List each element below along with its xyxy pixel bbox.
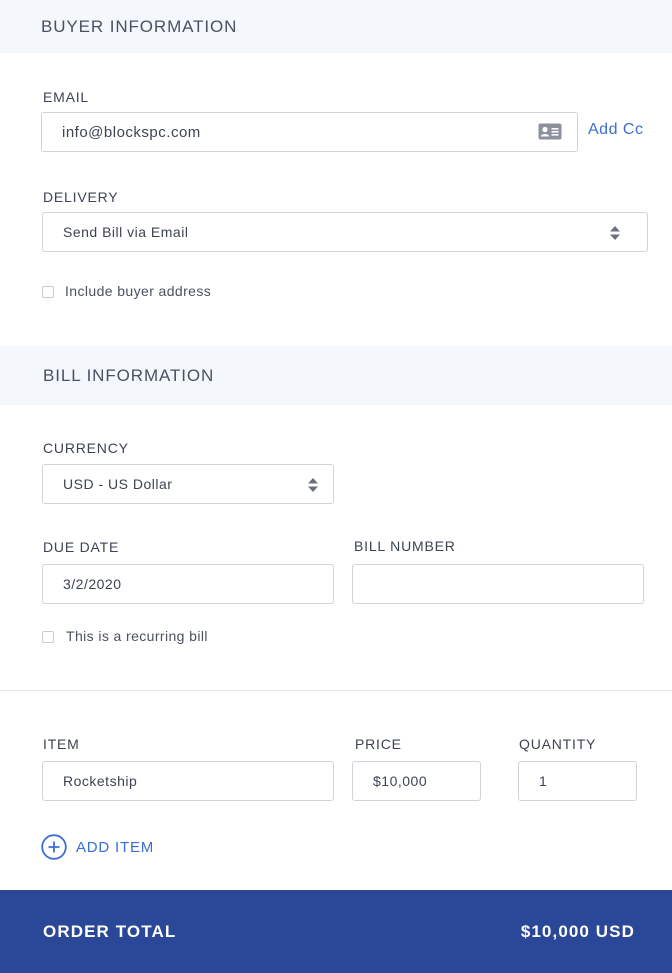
item-name-field[interactable]: Rocketship [42,761,334,801]
due-date-value: 3/2/2020 [63,576,122,592]
bill-number-field[interactable] [352,564,644,604]
email-field[interactable]: info@blockspc.com [41,112,578,152]
contact-card-icon[interactable] [538,123,562,140]
item-price-value: $10,000 [373,773,428,789]
email-label: EMAIL [43,89,90,105]
currency-value: USD - US Dollar [63,476,173,492]
delivery-label: DELIVERY [43,189,119,205]
select-arrows-icon [307,477,319,493]
add-item-button[interactable]: ADD ITEM [41,834,154,860]
due-date-label: DUE DATE [43,539,120,555]
plus-circle-icon [41,834,67,860]
bill-section-header: BILL INFORMATION [0,346,672,405]
order-total-bar: ORDER TOTAL $10,000 USD [0,890,672,973]
item-price-field[interactable]: $10,000 [352,761,481,801]
add-cc-link[interactable]: Add Cc [588,121,643,139]
recurring-bill-checkbox[interactable] [42,631,54,643]
buyer-section-header: BUYER INFORMATION [0,0,672,53]
delivery-select[interactable]: Send Bill via Email [42,212,648,252]
add-item-label: ADD ITEM [76,838,155,856]
bill-section-title: BILL INFORMATION [43,366,215,385]
item-label: ITEM [43,736,80,752]
item-quantity-field[interactable]: 1 [518,761,637,801]
due-date-field[interactable]: 3/2/2020 [42,564,334,604]
select-arrows-icon [609,225,621,241]
item-quantity-value: 1 [539,773,548,789]
currency-select[interactable]: USD - US Dollar [42,464,334,504]
recurring-bill-label: This is a recurring bill [66,628,208,644]
section-divider [0,690,672,691]
price-label: PRICE [355,736,402,752]
bill-number-label: BILL NUMBER [354,538,456,554]
item-name-value: Rocketship [63,773,138,789]
quantity-label: QUANTITY [519,736,597,752]
buyer-section-title: BUYER INFORMATION [41,17,238,36]
order-total-label: ORDER TOTAL [43,922,177,941]
include-address-label: Include buyer address [65,283,212,299]
email-value: info@blockspc.com [62,123,201,141]
delivery-value: Send Bill via Email [63,224,189,240]
include-address-checkbox[interactable] [42,286,54,298]
order-total-value: $10,000 USD [520,922,635,941]
currency-label: CURRENCY [43,440,129,456]
